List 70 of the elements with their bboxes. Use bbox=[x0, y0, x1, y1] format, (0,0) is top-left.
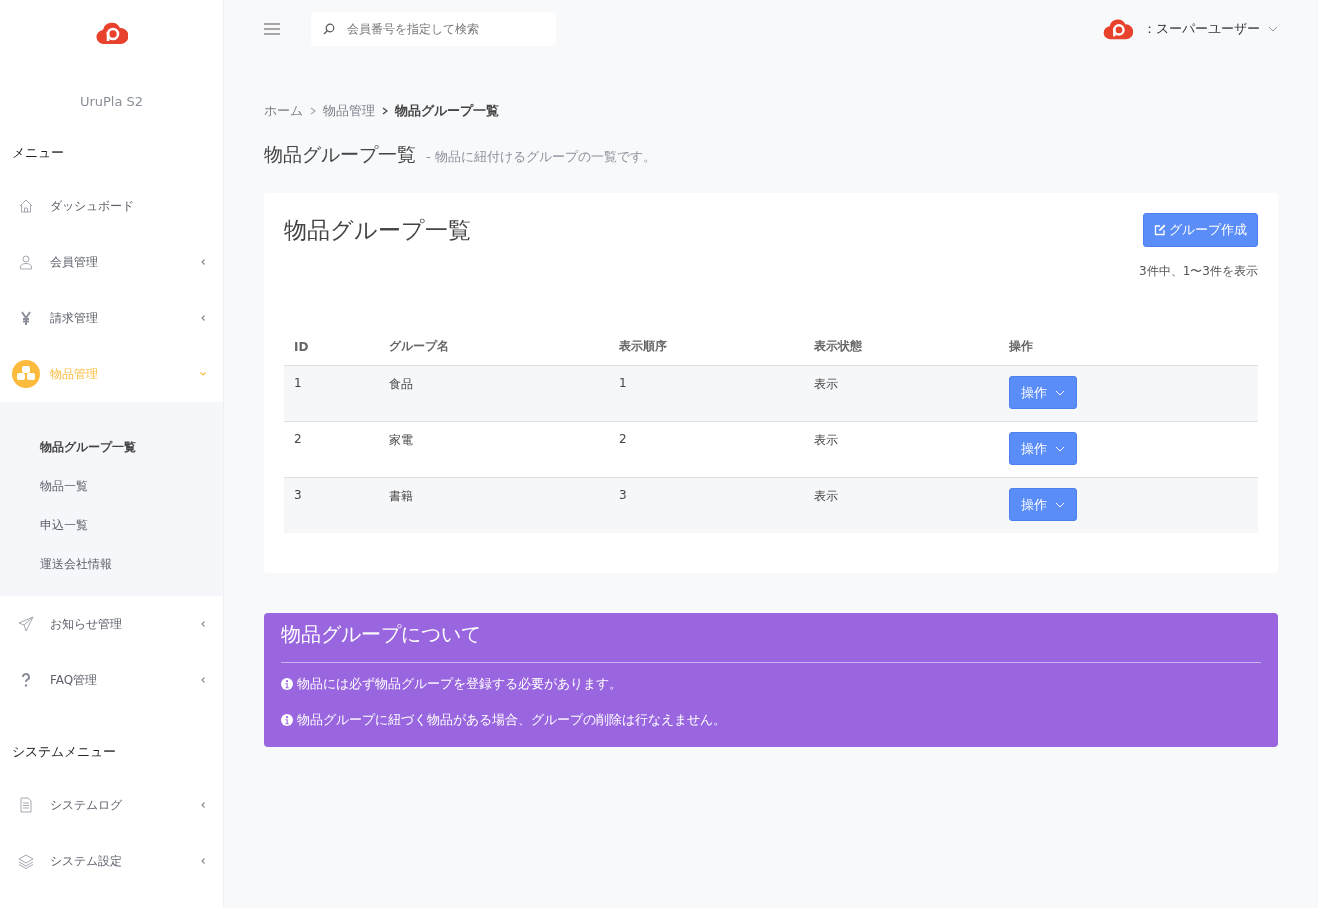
page-subtitle: - 物品に紐付けるグループの一覧です。 bbox=[426, 148, 656, 166]
table-cell: 3 bbox=[619, 488, 627, 502]
user-name[interactable]: ：スーパーユーザー bbox=[1143, 20, 1260, 38]
table-cell: 2 bbox=[294, 432, 302, 446]
table-cell: 食品 bbox=[389, 377, 413, 391]
menu-icon[interactable] bbox=[264, 23, 280, 35]
table-cell: 家電 bbox=[389, 433, 413, 447]
table-cell: 3 bbox=[294, 488, 302, 502]
brand-name: UruPla S2 bbox=[78, 94, 145, 109]
table-cell: 1 bbox=[294, 376, 302, 390]
chevron-icon bbox=[199, 676, 207, 684]
sidebar-item[interactable]: お知らせ管理 bbox=[0, 596, 223, 652]
card-title: 物品グループ一覧 bbox=[284, 216, 471, 245]
column-header: ID bbox=[284, 328, 379, 366]
info-note: 物品には必ず物品グループを登録する必要があります。 bbox=[297, 675, 622, 693]
home-icon bbox=[18, 198, 34, 214]
edit-icon bbox=[1154, 224, 1166, 236]
chevron-icon bbox=[199, 370, 207, 378]
user-avatar-icon bbox=[1103, 17, 1133, 41]
table-cell: 書籍 bbox=[389, 489, 413, 503]
submenu-item[interactable]: 申込一覧 bbox=[0, 506, 223, 545]
chevron-icon bbox=[199, 258, 207, 266]
menu-section-title: システムメニュー bbox=[11, 743, 117, 761]
layers-icon bbox=[18, 853, 34, 869]
sidebar-item[interactable]: 会員管理 bbox=[0, 234, 223, 290]
table-cell: 表示 bbox=[814, 489, 838, 503]
search-field[interactable]: 会員番号を指定して検索 bbox=[311, 12, 556, 46]
sidebar-item[interactable]: システムログ bbox=[0, 777, 223, 833]
sidebar-item[interactable]: ダッシュボード bbox=[0, 178, 223, 234]
breadcrumb-item: 物品グループ一覧 bbox=[395, 102, 499, 120]
chevron-down-icon[interactable] bbox=[1268, 26, 1278, 32]
chevron-icon bbox=[199, 620, 207, 628]
search-icon bbox=[323, 23, 335, 35]
user-icon bbox=[18, 254, 34, 270]
info-note: 物品グループに紐づく物品がある場合、グループの削除は行なえません。 bbox=[297, 711, 726, 729]
logo-icon bbox=[95, 20, 128, 46]
table-cell: 1 bbox=[619, 376, 627, 390]
chevron-icon bbox=[199, 857, 207, 865]
submenu-item[interactable]: 運送会社情報 bbox=[0, 545, 223, 584]
sidebar-item[interactable]: FAQ管理 bbox=[0, 652, 223, 708]
breadcrumb-item[interactable]: 物品管理 bbox=[323, 102, 375, 120]
result-count: 3件中、1〜3件を表示 bbox=[1138, 263, 1258, 280]
chevron-down-icon bbox=[1055, 445, 1065, 452]
chevron-icon bbox=[199, 801, 207, 809]
boxes-icon bbox=[12, 360, 40, 388]
info-title: 物品グループについて bbox=[281, 621, 482, 648]
column-header: 操作 bbox=[999, 328, 1258, 366]
submenu-item[interactable]: 物品グループ一覧 bbox=[0, 428, 223, 467]
breadcrumb-separator-icon bbox=[310, 107, 316, 115]
page-title: 物品グループ一覧 bbox=[264, 142, 416, 167]
chevron-down-icon bbox=[1055, 501, 1065, 508]
breadcrumb-separator-icon bbox=[382, 107, 388, 115]
table-cell: 表示 bbox=[814, 433, 838, 447]
yen-icon bbox=[18, 310, 34, 326]
document-icon bbox=[18, 797, 34, 813]
chevron-down-icon bbox=[1055, 389, 1065, 396]
column-header: グループ名 bbox=[379, 328, 609, 366]
sidebar-item[interactable]: システム設定 bbox=[0, 833, 223, 889]
breadcrumb-item[interactable]: ホーム bbox=[264, 102, 303, 120]
submenu-item[interactable]: 物品一覧 bbox=[0, 467, 223, 506]
column-header: 表示状態 bbox=[804, 328, 999, 366]
column-header: 表示順序 bbox=[609, 328, 804, 366]
table-cell: 表示 bbox=[814, 377, 838, 391]
paper-plane-icon bbox=[18, 616, 34, 632]
info-icon bbox=[281, 678, 293, 690]
table-cell: 2 bbox=[619, 432, 627, 446]
sidebar-item[interactable]: 請求管理 bbox=[0, 290, 223, 346]
info-icon bbox=[281, 714, 293, 726]
menu-section-title: メニュー bbox=[11, 144, 65, 162]
chevron-icon bbox=[199, 314, 207, 322]
